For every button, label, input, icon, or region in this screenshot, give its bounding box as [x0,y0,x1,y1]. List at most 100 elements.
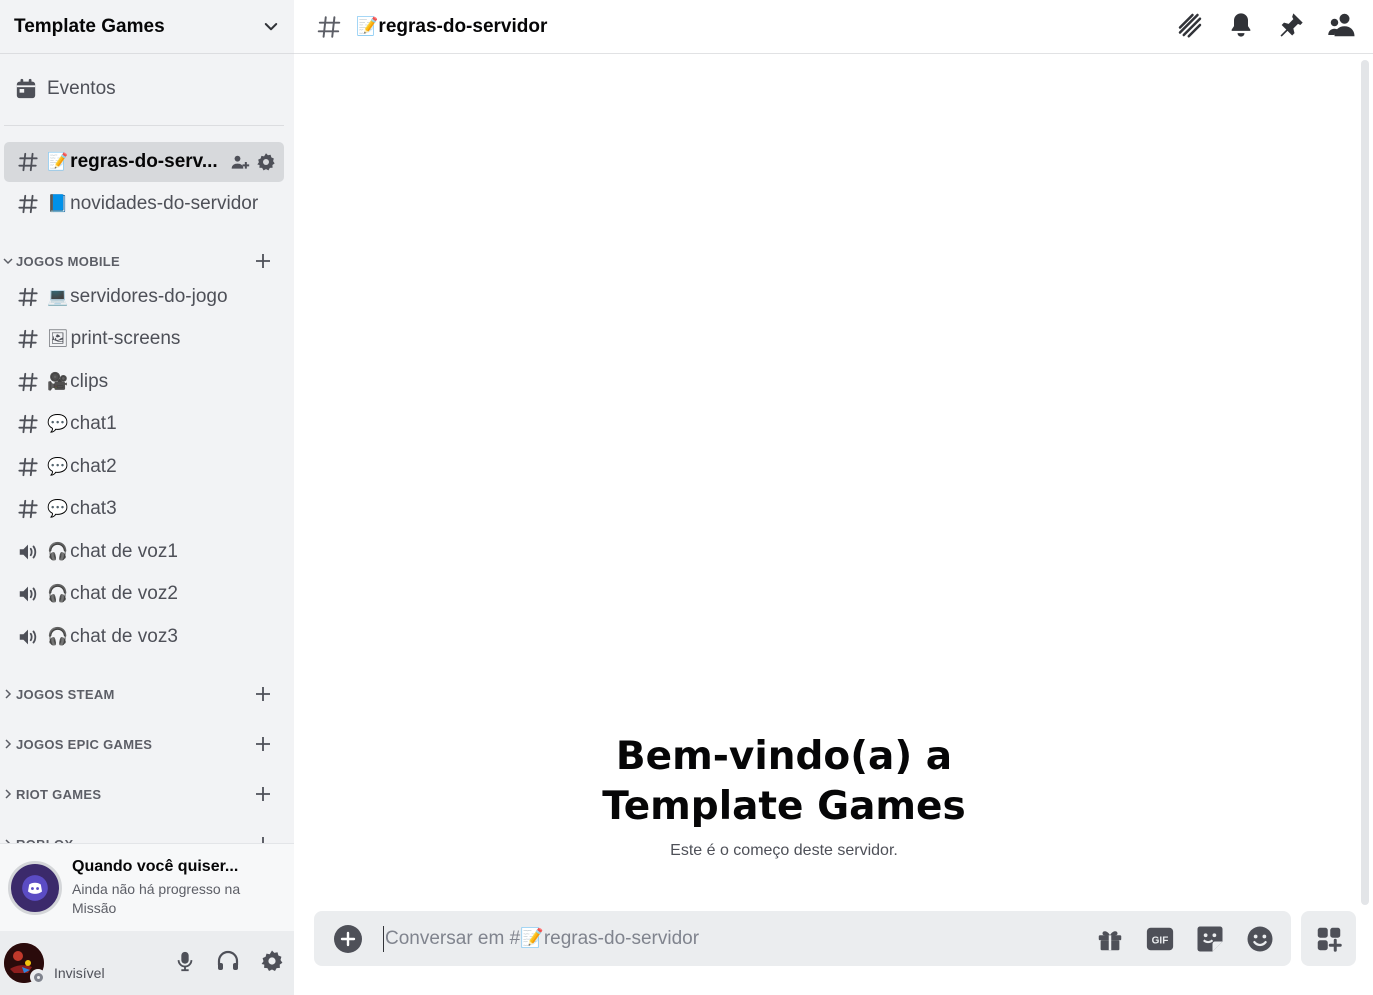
channel-print-screens[interactable]: 🖼 print-screens [4,319,284,359]
plus-icon[interactable] [254,252,272,270]
upload-button[interactable] [334,924,362,953]
chevron-down-icon [3,258,13,265]
category-riot-games[interactable]: RIOT GAMES [0,784,284,804]
channel-chat-de-voz1[interactable]: 🎧 chat de voz1 [4,532,284,572]
settings-gear-icon[interactable] [260,949,284,973]
chevron-down-icon [264,22,278,30]
category-jogos-mobile[interactable]: JOGOS MOBILE [0,251,284,271]
emoji-icon[interactable] [1245,924,1275,954]
channel-name: chat de voz3 [70,626,178,647]
channel-name: chat de voz2 [70,583,178,604]
welcome-title-line1: Bem-vindo(a) a [615,734,953,779]
discord-icon [22,874,48,901]
bell-icon[interactable] [1227,10,1255,40]
calendar-icon [16,78,36,99]
welcome-title-line2: Template Games [602,784,966,829]
plus-icon [340,931,356,946]
gift-icon[interactable] [1095,924,1125,954]
channel-chat-de-voz2[interactable]: 🎧 chat de voz2 [4,574,284,614]
channel-emoji: 📝 [356,15,379,36]
speaker-icon [15,583,41,605]
hashtag-icon [15,286,41,308]
channel-name: novidades-do-servidor [70,193,259,214]
scrollbar[interactable] [1361,60,1369,905]
channel-emoji: 💻 [47,287,69,306]
user-status: Invisível [54,965,105,981]
svg-text:GIF: GIF [1152,935,1169,946]
hashtag-icon [15,193,41,215]
channel-emoji: 💬 [47,414,69,433]
quest-panel[interactable]: Quando você quiser... Ainda não há progr… [0,843,294,931]
events-button[interactable]: Eventos [4,68,284,110]
channel-name: chat3 [70,498,117,519]
quest-title: Quando você quiser... [72,857,239,875]
welcome-section: Bem-vindo(a) a Template Games Este é o c… [294,732,1274,860]
channel-header: 📝regras-do-servidor [294,0,1373,54]
apps-icon [1317,927,1342,952]
divider [4,125,284,126]
sticker-icon[interactable] [1195,924,1225,954]
welcome-subtitle: Este é o começo deste servidor. [670,842,898,859]
events-label: Eventos [47,78,116,99]
channel-emoji: 🎧 [47,627,69,646]
plus-icon[interactable] [254,785,272,803]
server-header[interactable]: Template Games [0,0,294,54]
category-jogos-steam[interactable]: JOGOS STEAM [0,684,284,704]
channel-name: servidores-do-jogo [70,286,228,307]
channel-chat3[interactable]: 💬 chat3 [4,489,284,529]
channel-novidades-do-servidor[interactable]: 📘 novidades-do-servidor [4,184,284,224]
status-indicator [30,969,46,985]
channel-servidores-do-jogo[interactable]: 💻 servidores-do-jogo [4,277,284,317]
plus-icon[interactable] [254,735,272,753]
channel-emoji: 🎧 [47,542,69,561]
channel-emoji: 📝 [47,152,69,171]
channel-emoji: 🎧 [47,584,69,603]
channel-chat1[interactable]: 💬 chat1 [4,404,284,444]
channel-emoji: 📘 [47,194,69,213]
quest-avatar [8,860,62,915]
threads-icon[interactable] [1175,10,1205,40]
category-label: JOGOS STEAM [16,686,115,702]
gear-icon[interactable] [256,152,276,172]
message-composer: Conversar em #📝regras-do-servidor GIF [314,911,1291,966]
member-list-icon[interactable] [1327,10,1357,40]
microphone-icon[interactable] [174,949,196,973]
gif-icon[interactable]: GIF [1145,924,1175,954]
hashtag-icon [15,456,41,478]
avatar[interactable] [4,943,46,985]
hashtag-icon [15,328,41,350]
user-panel: Invisível [0,931,294,995]
pin-icon[interactable] [1277,10,1305,40]
server-name: Template Games [14,15,165,37]
channel-emoji: 🎥 [47,372,69,391]
category-label: RIOT GAMES [16,786,102,802]
message-input[interactable]: Conversar em #📝regras-do-servidor [383,925,699,952]
chevron-right-icon [5,689,12,699]
category-jogos-epic-games[interactable]: JOGOS EPIC GAMES [0,734,284,754]
category-label: JOGOS EPIC GAMES [16,736,153,752]
speaker-icon [15,541,41,563]
channel-clips[interactable]: 🎥 clips [4,362,284,402]
headphones-icon[interactable] [216,949,240,973]
hashtag-icon [15,413,41,435]
channel-chat-de-voz3[interactable]: 🎧 chat de voz3 [4,617,284,657]
category-label: JOGOS MOBILE [16,253,121,269]
channel-name: print-screens [70,328,181,349]
channel-name: clips [70,371,109,392]
plus-icon[interactable] [254,685,272,703]
hashtag-icon [15,151,41,173]
channel-name: chat2 [70,456,117,477]
channel-chat2[interactable]: 💬 chat2 [4,447,284,487]
channel-title: regras-do-servidor [378,15,548,37]
channel-emoji: 🖼 [47,329,69,348]
invite-icon[interactable] [230,152,250,172]
hashtag-icon [317,15,341,38]
channel-emoji: 💬 [47,499,69,518]
speaker-icon [15,626,41,648]
chevron-right-icon [5,739,12,749]
hashtag-icon [15,371,41,393]
chevron-right-icon [5,789,12,799]
channel-sidebar: Template Games Eventos 📝 regras-do-serv.… [0,0,294,995]
apps-button[interactable] [1301,911,1356,966]
channel-regras-do-servidor[interactable]: 📝 regras-do-serv... [4,142,284,182]
